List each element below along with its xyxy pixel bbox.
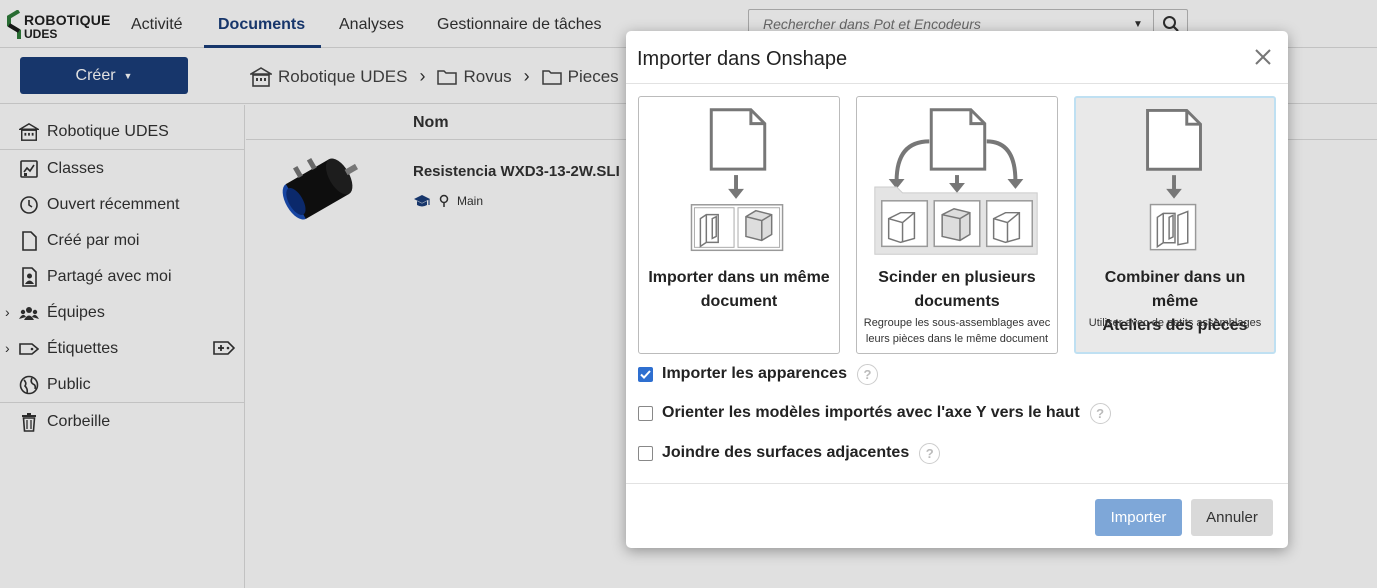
import-option-combine-part-studio[interactable]: Combiner dans un même Ateliers des pièce… (1074, 96, 1276, 354)
option-join-adjacent-surfaces[interactable]: Joindre des surfaces adjacentes ? (638, 442, 941, 464)
card-title: Scinder en plusieurs documents (861, 266, 1053, 314)
option-label: Joindre des surfaces adjacentes (662, 444, 910, 461)
split-documents-icon (874, 108, 1038, 255)
card-title-line: Importer dans un même (648, 269, 830, 286)
import-single-document-icon (690, 108, 784, 252)
card-title-line: Scinder en plusieurs (878, 269, 1036, 286)
help-icon[interactable]: ? (919, 442, 941, 464)
y-axis-up-checkbox[interactable] (638, 405, 653, 421)
dialog-footer-divider (626, 483, 1288, 484)
card-subtitle-line: Utiliser avec de petits assemblages (1088, 317, 1262, 329)
card-subtitle: Regroupe les sous-assemblages avec leurs… (859, 315, 1055, 347)
cancel-button[interactable]: Annuler (1191, 499, 1273, 536)
import-appearances-checkbox[interactable] (638, 366, 653, 382)
help-icon[interactable]: ? (856, 363, 878, 385)
card-subtitle: Utiliser avec de petits assemblages (1078, 315, 1272, 331)
checkmark-icon (640, 369, 651, 379)
help-icon[interactable]: ? (1089, 402, 1111, 424)
close-icon[interactable] (1253, 47, 1273, 67)
card-subtitle-line: Regroupe les sous-assemblages avec (863, 317, 1051, 329)
import-option-split-documents[interactable]: Scinder en plusieurs documents Regroupe … (856, 96, 1058, 354)
import-option-single-document[interactable]: Importer dans un même document (638, 96, 840, 354)
import-button[interactable]: Importer (1095, 499, 1182, 536)
join-surfaces-checkbox[interactable] (638, 445, 653, 461)
option-import-appearances[interactable]: Importer les apparences ? (638, 363, 878, 385)
card-subtitle-line: leurs pièces dans le même document (865, 333, 1049, 345)
dialog-header-divider (626, 83, 1288, 84)
dialog-title: Importer dans Onshape (637, 48, 848, 70)
card-title-line: document (700, 293, 778, 310)
card-title: Importer dans un même document (643, 266, 835, 314)
combine-part-studio-icon (1146, 108, 1202, 251)
option-y-axis-up[interactable]: Orienter les modèles importés avec l'axe… (638, 402, 1111, 424)
import-dialog: Importer dans Onshape Importer dans un m… (626, 31, 1288, 548)
option-label: Orienter les modèles importés avec l'axe… (662, 404, 1080, 421)
option-label: Importer les apparences (662, 365, 847, 382)
card-title-line: Combiner dans un même (1104, 269, 1246, 310)
card-title-line: documents (914, 293, 1000, 310)
